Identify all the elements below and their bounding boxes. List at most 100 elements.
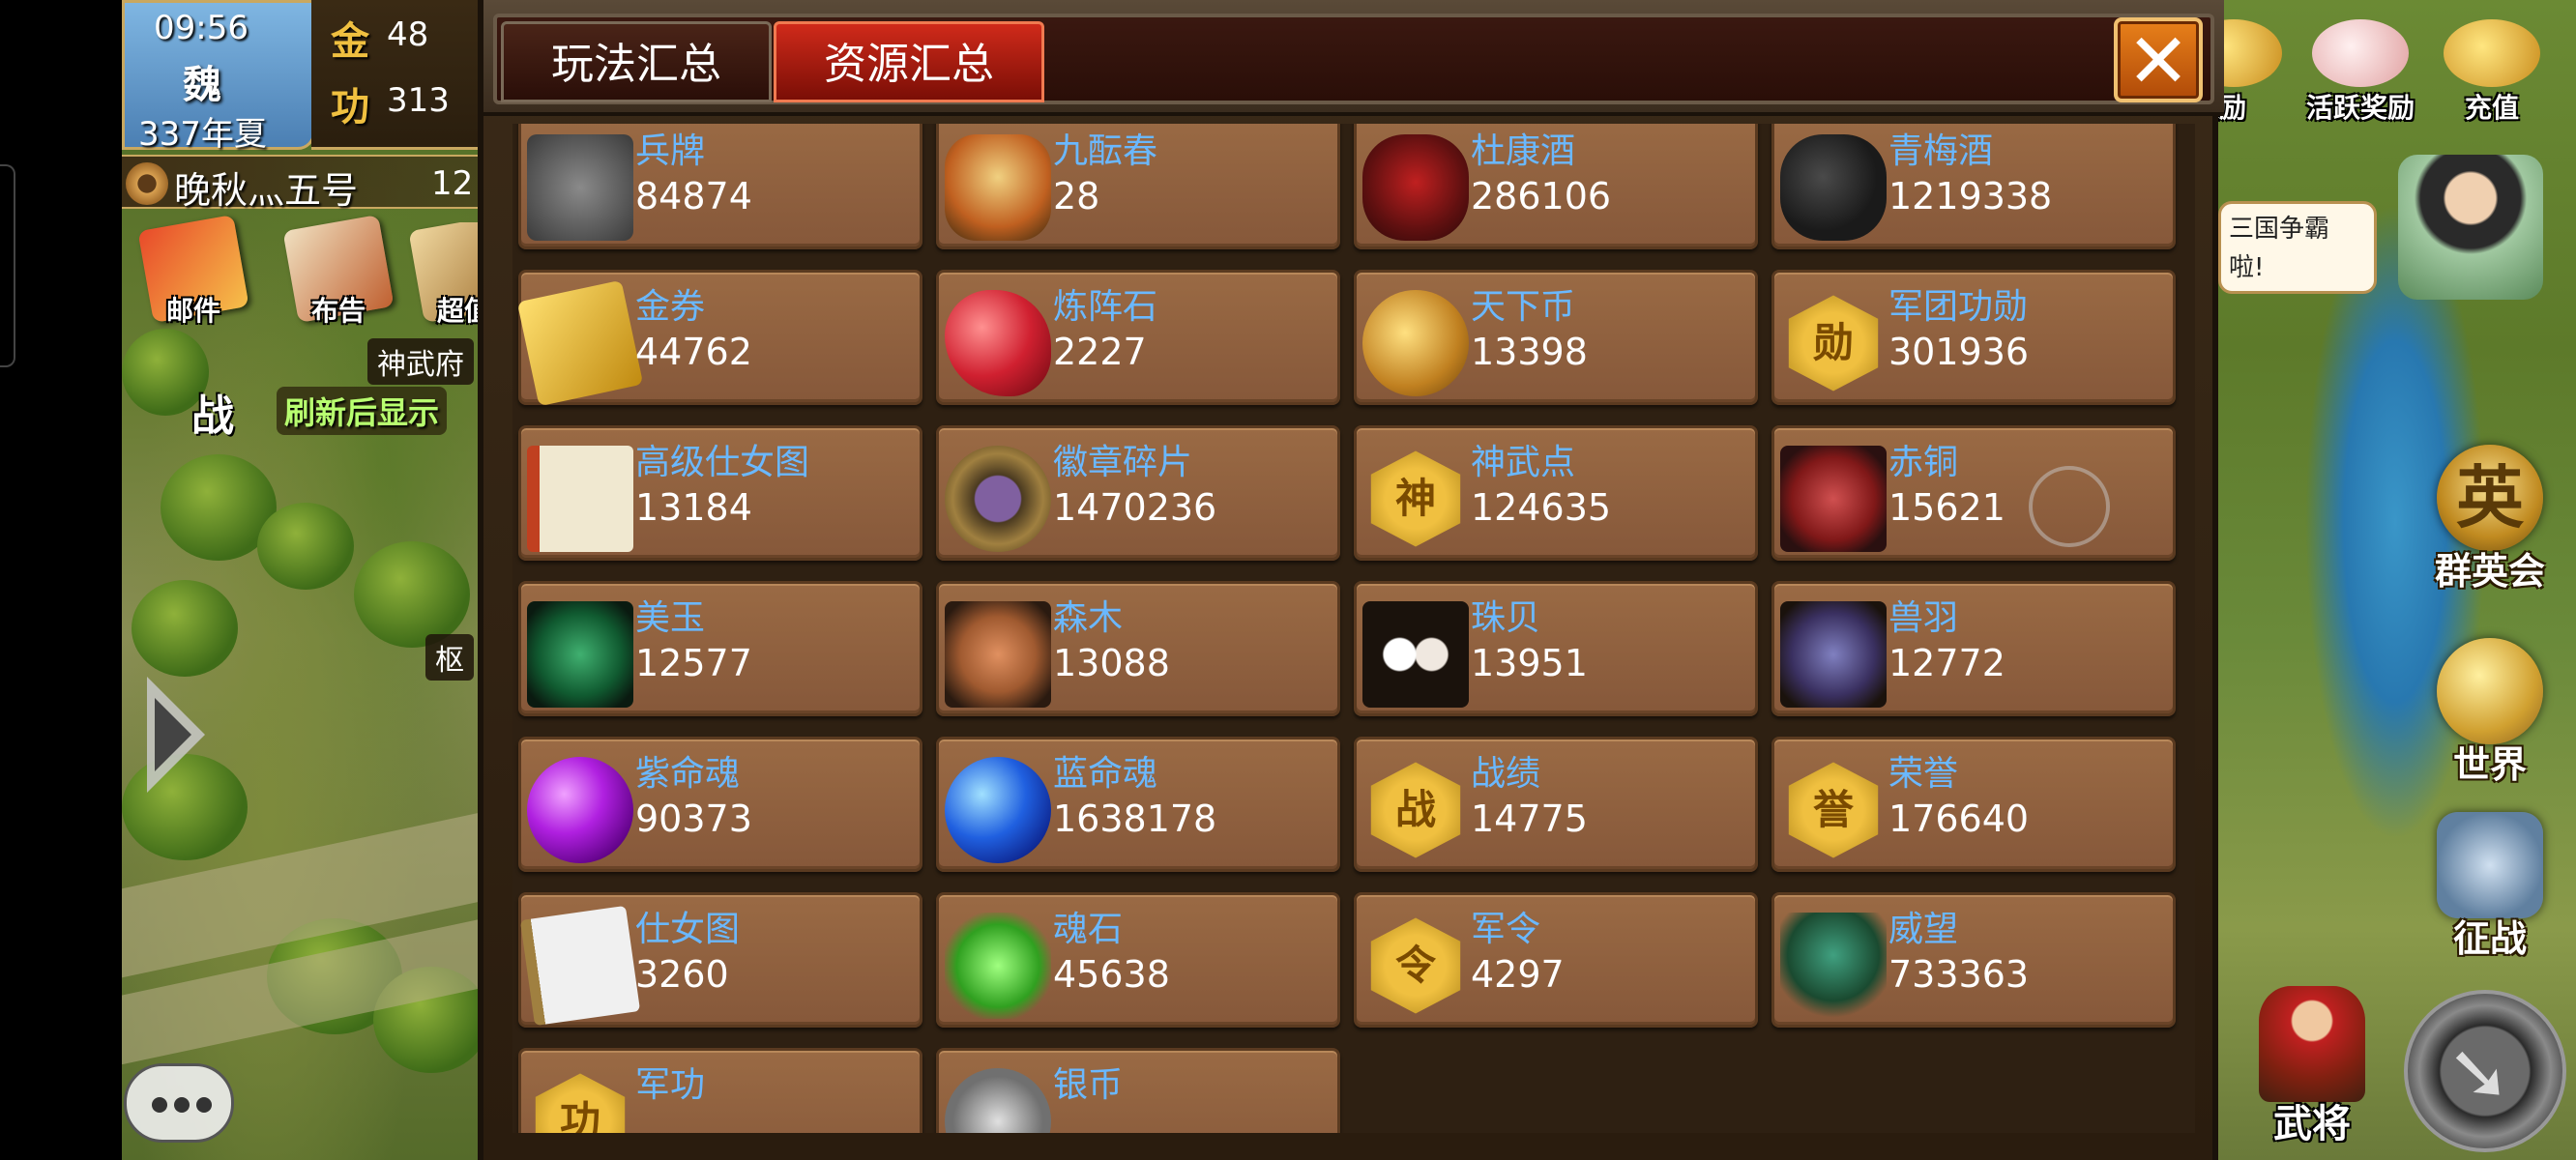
gear-icon[interactable] (126, 162, 168, 205)
resource-value: 2227 (1053, 331, 1147, 373)
resource-value: 124635 (1471, 486, 1612, 529)
tab-resource-summary[interactable]: 资源汇总 (774, 21, 1044, 102)
tab-gameplay-summary[interactable]: 玩法汇总 (501, 21, 772, 102)
recharge-button[interactable]: 充值 (2429, 10, 2555, 126)
resource-card[interactable]: 炼阵石 2227 (936, 270, 1340, 405)
world-button[interactable]: 世界 (2417, 638, 2562, 793)
red-copper-icon (1780, 446, 1887, 552)
left-arrow-inner (155, 698, 191, 771)
resource-card[interactable]: 令军令 4297 (1354, 892, 1758, 1028)
location-tag[interactable]: 神武府 (367, 338, 474, 385)
crossed-swords-icon (2437, 812, 2543, 918)
resource-card[interactable]: 杜康酒 286106 (1354, 124, 1758, 249)
chat-dot (196, 1097, 212, 1113)
resource-value: 12577 (635, 642, 752, 684)
resource-name: 杜康酒 (1471, 131, 1576, 171)
resource-name: 高级仕女图 (635, 443, 810, 482)
player-name-bar[interactable]: 晚秋灬五号 12 (122, 155, 487, 212)
notice-button[interactable]: 布告 (280, 215, 396, 338)
hero-glyph: 英 (2456, 458, 2524, 537)
resource-card[interactable]: 金券 44762 (516, 270, 922, 407)
campaign-label: 征战 (2452, 917, 2527, 960)
resource-card[interactable]: 誉荣誉 176640 (1771, 737, 2176, 872)
merit-icon: 功 (331, 85, 369, 130)
honor-icon: 誉 (1788, 762, 1879, 858)
resource-grid[interactable]: 兵牌 84874 九酝春 28 杜康酒 286106 青梅酒 1219338 金券 44762 炼阵… (512, 124, 2195, 1133)
soul-stone-icon (945, 913, 1051, 1019)
icon-glyph: 勋 (1812, 319, 1854, 366)
wine-bottle-icon (1362, 134, 1469, 241)
resource-card[interactable]: 仕女图 3260 (518, 892, 922, 1028)
activity-reward-button[interactable]: 活跃奖励 (2298, 10, 2423, 126)
wine-jar-icon (945, 134, 1051, 241)
resource-value: 12772 (1888, 642, 2005, 684)
resource-name: 天下币 (1471, 287, 1576, 327)
gold-value: 48 (387, 15, 429, 54)
gold-icon: 金 (331, 19, 369, 64)
battle-icon[interactable]: 战 (184, 375, 251, 443)
reward-label: 奖励 (2214, 92, 2246, 124)
blue-soul-icon (945, 757, 1051, 863)
mail-button[interactable]: 邮件 (135, 215, 251, 338)
kingdom-badge[interactable]: 09:56 魏 337年夏 (122, 0, 315, 154)
battle-record-icon: 战 (1370, 762, 1461, 858)
resource-card[interactable]: 魂石 45638 (936, 892, 1340, 1028)
resource-card[interactable]: 战战绩 14775 (1354, 737, 1758, 872)
resource-card[interactable]: 银币 (936, 1048, 1340, 1133)
close-button[interactable]: ✕ (2114, 17, 2203, 102)
world-label: 世界 (2452, 743, 2527, 786)
red-gem-icon (945, 290, 1051, 396)
resource-name: 赤铜 (1888, 443, 1959, 482)
resource-card[interactable]: 九酝春 28 (936, 124, 1340, 249)
campaign-button[interactable]: 征战 (2417, 812, 2562, 967)
value-pack-button[interactable]: 超值 (406, 222, 487, 338)
location-tag-2[interactable]: 枢 (425, 634, 474, 681)
resource-card[interactable]: 珠贝 13951 (1354, 581, 1758, 716)
back-arrow-icon: ➘ (2446, 1028, 2512, 1117)
resource-card[interactable]: 神神武点 124635 (1354, 425, 1758, 561)
resource-card[interactable]: 森木 13088 (936, 581, 1340, 716)
resource-card[interactable]: 徽章碎片 1470236 (936, 425, 1340, 561)
resource-value: 84874 (635, 175, 752, 218)
resource-card[interactable]: 天下币 13398 (1354, 270, 1758, 405)
resource-value: 13184 (635, 486, 752, 529)
player-number: 12 (431, 164, 474, 203)
chat-button[interactable] (124, 1063, 234, 1143)
tab-strip: 玩法汇总 资源汇总 (493, 14, 2214, 104)
plum-wine-icon (1780, 134, 1887, 241)
resource-name: 仕女图 (635, 910, 741, 949)
resource-card[interactable]: 赤铜 15621 (1771, 425, 2176, 561)
battle-glyph: 战 (191, 392, 234, 441)
resource-value: 1219338 (1888, 175, 2053, 218)
resource-card[interactable]: 高级仕女图 13184 (518, 425, 922, 561)
resource-card[interactable]: 威望 733363 (1771, 892, 2176, 1028)
merit-value: 313 (387, 81, 450, 120)
resource-card[interactable]: 兽羽 12772 (1771, 581, 2176, 716)
resource-value: 301936 (1888, 331, 2030, 373)
icon-glyph: 神 (1394, 475, 1436, 522)
resource-name: 魂石 (1053, 910, 1124, 949)
left-edge-handle[interactable] (0, 164, 15, 367)
resource-card[interactable]: 功军功 (518, 1048, 922, 1133)
generals-label: 武将 (2273, 1102, 2351, 1146)
gold-ticket-icon (516, 279, 644, 407)
activity-reward-label: 活跃奖励 (2305, 92, 2415, 124)
reward-button[interactable]: 奖励 (2214, 10, 2282, 126)
resource-card[interactable]: 蓝命魂 1638178 (936, 737, 1340, 872)
generals-button[interactable]: 武将 (2249, 976, 2375, 1150)
compass-icon (2437, 638, 2543, 744)
close-icon: ✕ (2126, 18, 2190, 105)
resource-name: 威望 (1888, 910, 1959, 949)
resource-card[interactable]: 兵牌 84874 (518, 124, 922, 249)
npc-speech-bubble[interactable]: 三国争霸 啦! (2218, 201, 2377, 294)
npc-portrait[interactable] (2398, 155, 2543, 300)
resource-card[interactable]: 勋军团功勋 301936 (1771, 270, 2176, 405)
resource-card[interactable]: 美玉 12577 (518, 581, 922, 716)
heroes-meeting-button[interactable]: 英 群英会 (2417, 445, 2562, 599)
resource-name: 荣誉 (1888, 754, 1959, 794)
resource-card[interactable]: 青梅酒 1219338 (1771, 124, 2176, 249)
resource-name: 战绩 (1471, 754, 1541, 794)
resource-card[interactable]: 紫命魂 90373 (518, 737, 922, 872)
resource-value: 45638 (1053, 953, 1170, 996)
player-name: 晚秋灬五号 (174, 169, 359, 212)
